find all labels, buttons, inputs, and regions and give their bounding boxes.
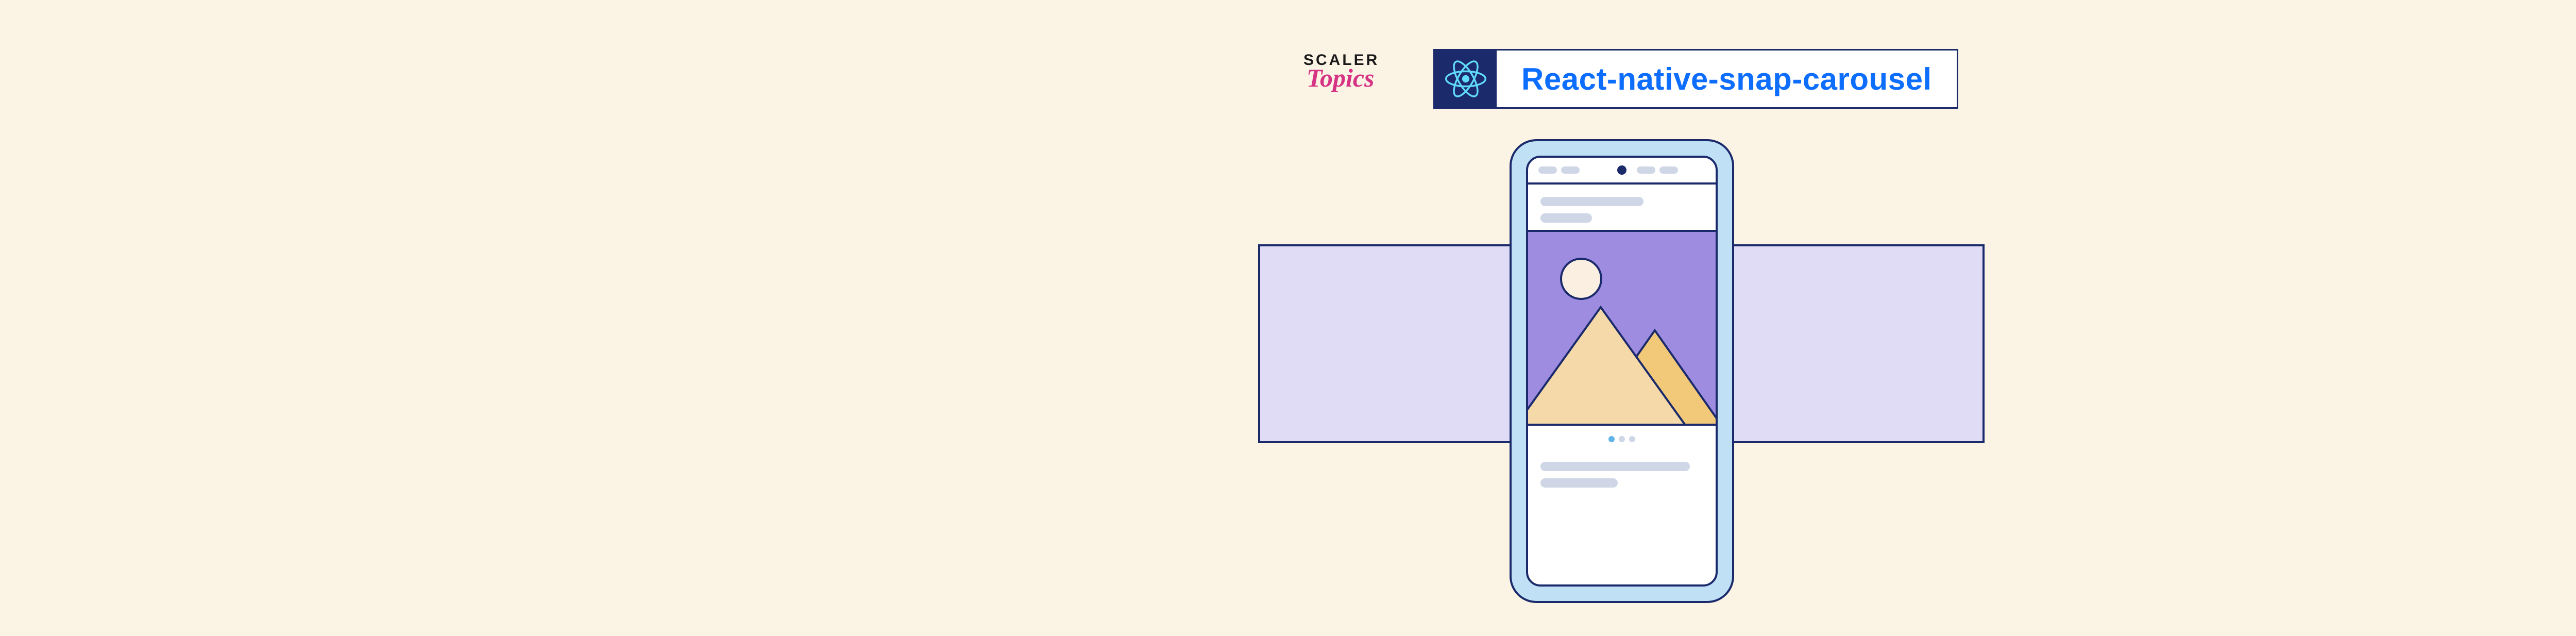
content-header: [1528, 185, 1716, 230]
status-indicator: [1637, 166, 1655, 174]
pagination-dot[interactable]: [1619, 436, 1625, 442]
image-placeholder: [1528, 232, 1716, 424]
status-bar: [1528, 158, 1716, 185]
status-indicator: [1659, 166, 1678, 174]
title-banner: React-native-snap-carousel: [1433, 49, 1958, 109]
react-logo-icon: [1435, 51, 1497, 107]
carousel-side-right[interactable]: [1732, 244, 1985, 443]
pagination-dot[interactable]: [1629, 436, 1635, 442]
pagination-dot[interactable]: [1608, 436, 1615, 442]
carousel-active-slide[interactable]: [1528, 230, 1716, 426]
placeholder-line: [1540, 213, 1592, 223]
content-footer: [1528, 446, 1716, 488]
mountains-icon: [1528, 292, 1716, 424]
banner-title: React-native-snap-carousel: [1497, 51, 1957, 107]
carousel-pagination: [1528, 426, 1716, 446]
scaler-topics-logo: SCALER Topics: [1303, 52, 1391, 93]
camera-notch-icon: [1617, 165, 1626, 175]
placeholder-line: [1540, 478, 1618, 488]
status-indicator: [1538, 166, 1557, 174]
status-indicator: [1561, 166, 1580, 174]
phone-screen: [1526, 156, 1718, 587]
carousel-side-left[interactable]: [1258, 244, 1511, 443]
phone-frame: [1510, 139, 1734, 603]
placeholder-line: [1540, 462, 1690, 471]
placeholder-line: [1540, 197, 1643, 206]
